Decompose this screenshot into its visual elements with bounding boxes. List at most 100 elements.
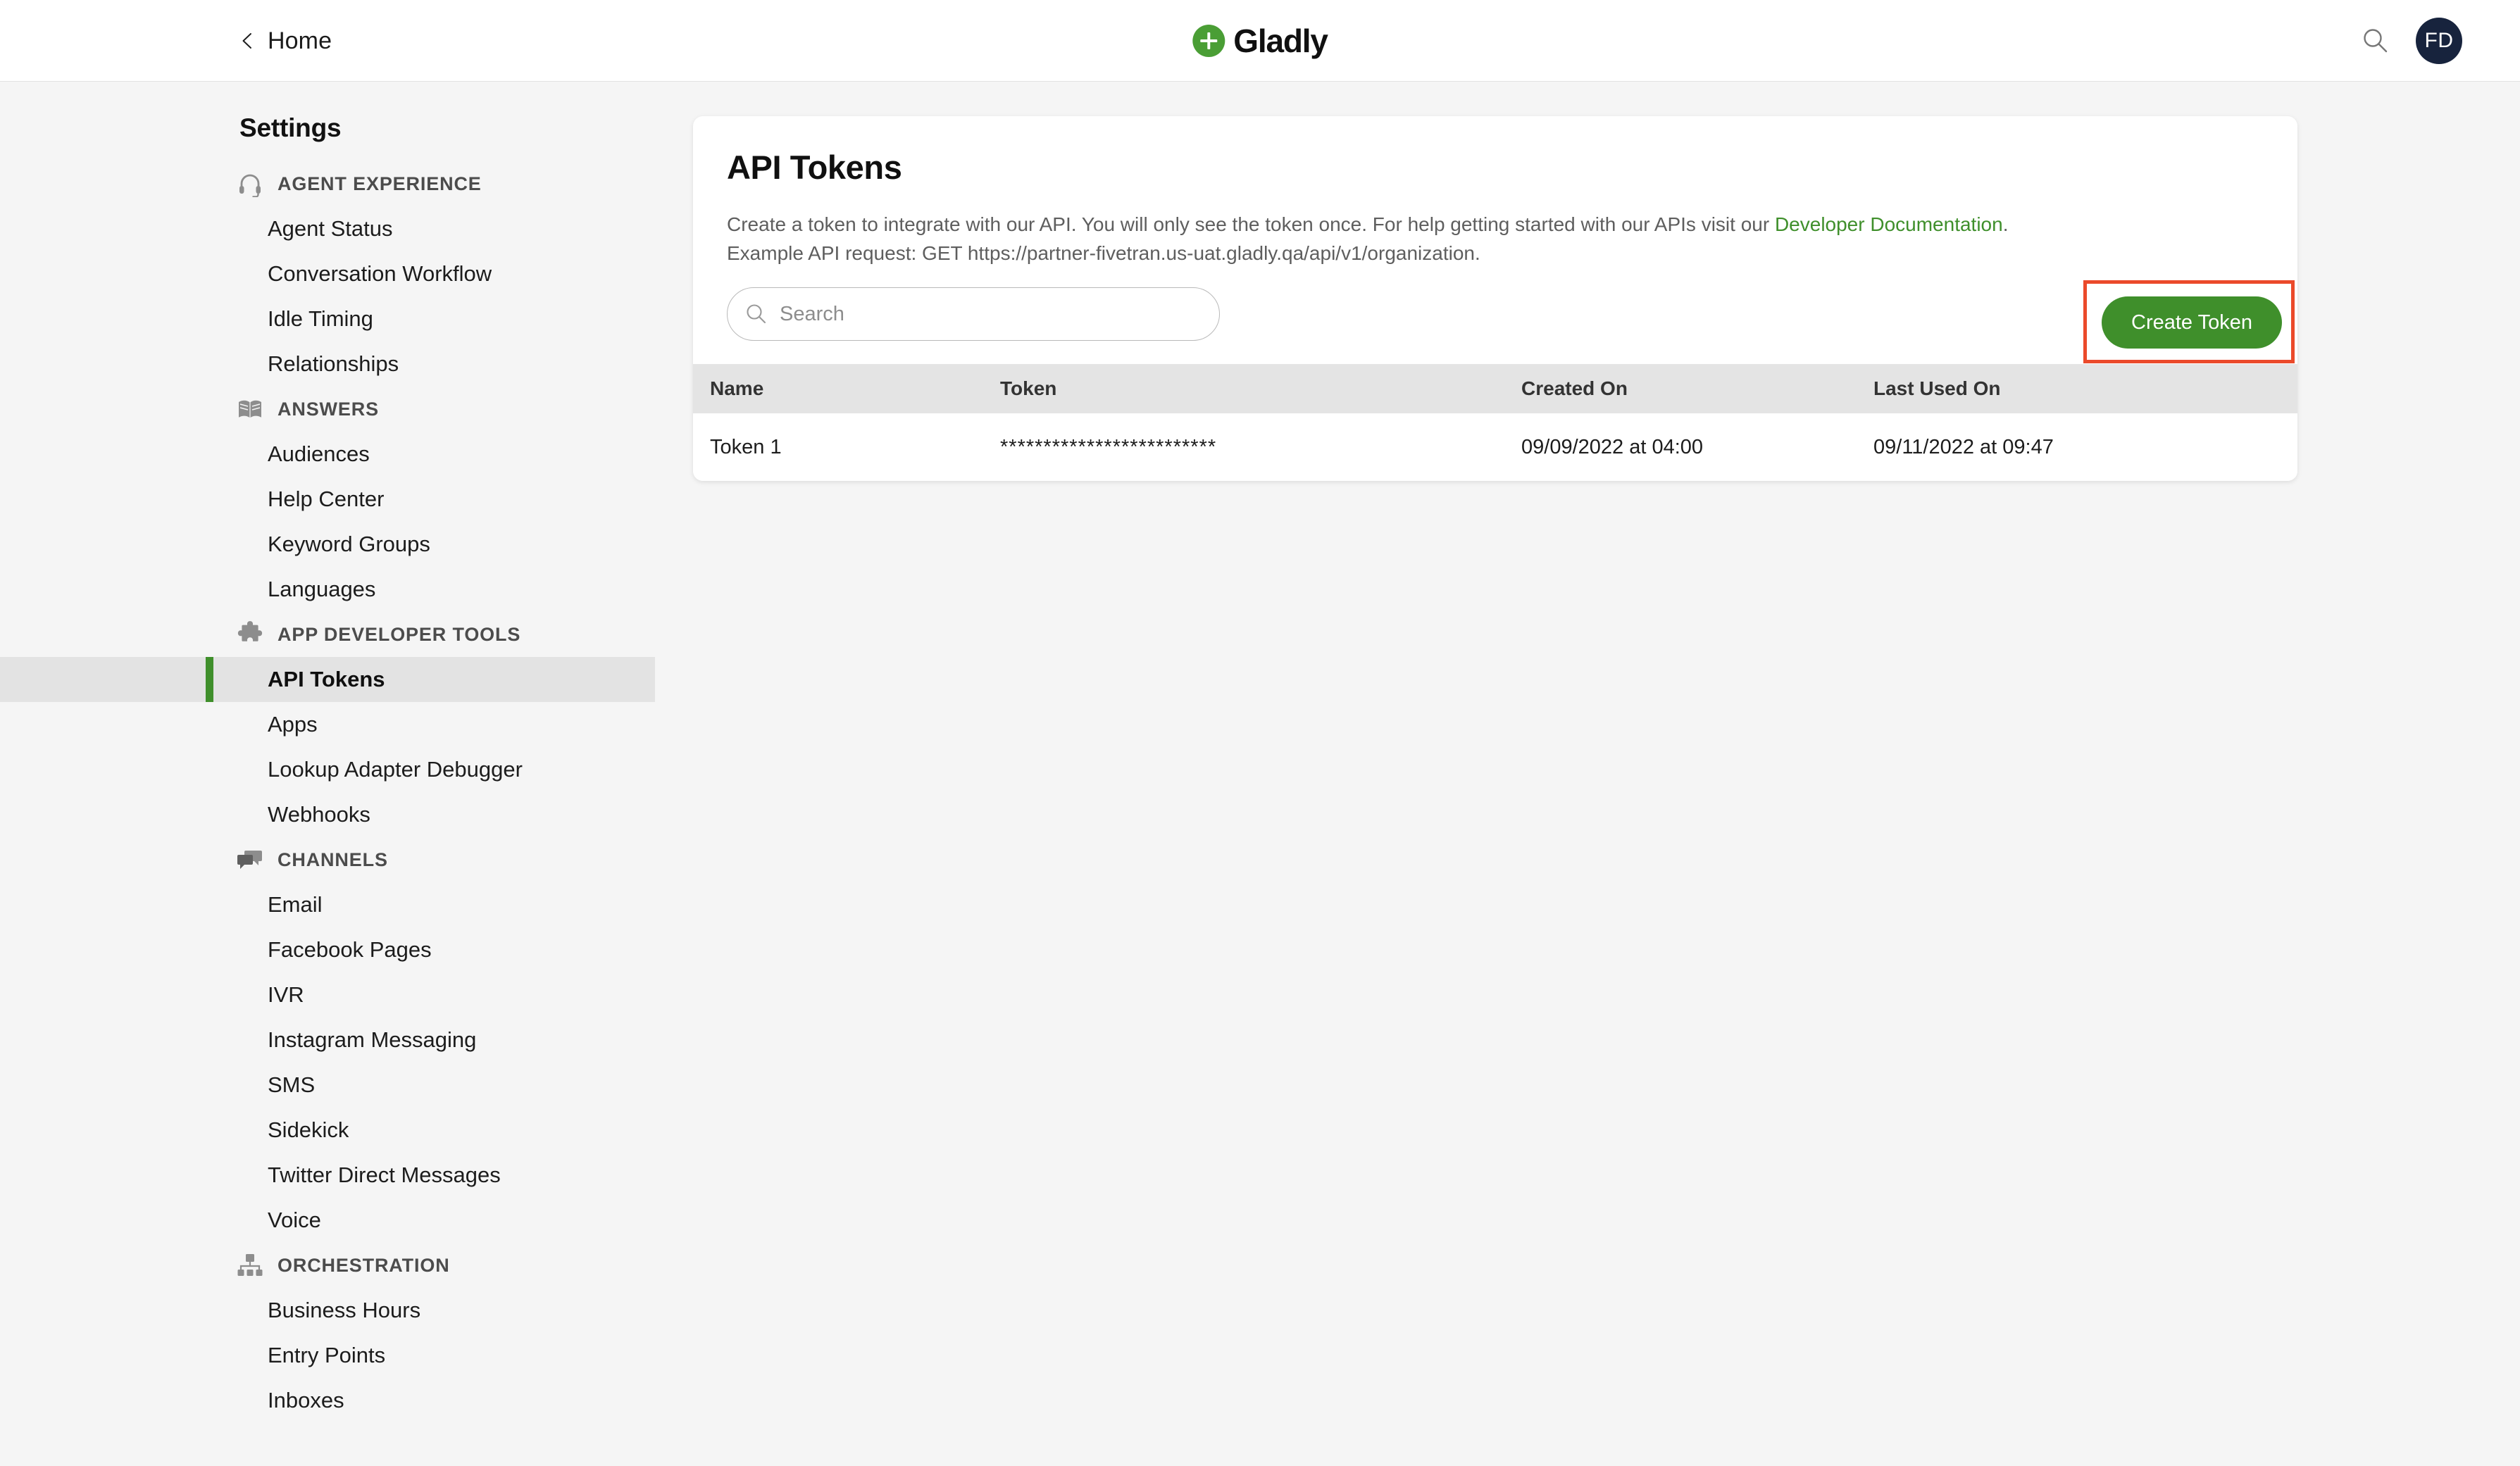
description-period: . [2002, 213, 2009, 235]
sidebar-item-label: Webhooks [268, 802, 370, 827]
search-input[interactable] [727, 287, 1220, 341]
sidebar-item-label: Inboxes [268, 1388, 344, 1412]
group-header: APP DEVELOPER TOOLS [0, 612, 655, 657]
group-header: CHANNELS [0, 837, 655, 882]
sidebar-item-label: Agent Status [268, 216, 393, 241]
sidebar-item-lookup-adapter-debugger[interactable]: Lookup Adapter Debugger [0, 747, 655, 792]
api-tokens-table: Name Token Created On Last Used On Token… [693, 364, 2297, 481]
sidebar-item-audiences[interactable]: Audiences [0, 432, 655, 477]
sidebar-item-sidekick[interactable]: Sidekick [0, 1108, 655, 1153]
group-header: ORCHESTRATION [0, 1243, 655, 1288]
sidebar-item-api-tokens[interactable]: API Tokens [0, 657, 655, 702]
column-header-created-on[interactable]: Created On [1504, 364, 1857, 413]
avatar-initials: FD [2424, 29, 2454, 52]
sidebar-item-voice[interactable]: Voice [0, 1198, 655, 1243]
sidebar-item-agent-status[interactable]: Agent Status [0, 206, 655, 251]
gladly-logo[interactable]: Gladly [1192, 0, 1328, 82]
column-header-last-used[interactable]: Last Used On [1857, 364, 2297, 413]
sidebar-item-ivr[interactable]: IVR [0, 972, 655, 1017]
group-label: APP DEVELOPER TOOLS [277, 623, 521, 645]
search-field[interactable] [780, 302, 1174, 326]
nav-group-app-developer-tools: APP DEVELOPER TOOLS API Tokens Apps Lookup … [0, 612, 655, 837]
sidebar-item-label: Facebook Pages [268, 937, 432, 962]
sidebar-item-label: Sidekick [268, 1117, 349, 1142]
group-label: ANSWERS [277, 398, 379, 420]
group-label: ORCHESTRATION [277, 1254, 450, 1276]
nav-group-answers: ANSWERS Audiences Help Center Keyword Group… [0, 387, 655, 612]
table-header-row: Name Token Created On Last Used On [693, 364, 2297, 413]
sidebar-item-label: Business Hours [268, 1298, 421, 1322]
nav-group-channels: CHANNELS Email Facebook Pages IVR Instagram … [0, 837, 655, 1243]
sidebar-item-sms[interactable]: SMS [0, 1063, 655, 1108]
sidebar-item-business-hours[interactable]: Business Hours [0, 1288, 655, 1333]
sidebar-item-label: Relationships [268, 351, 399, 376]
book-icon [237, 396, 263, 422]
token-name: Token 1 [693, 413, 983, 481]
sidebar-item-label: Languages [268, 577, 376, 601]
plus-circle-icon [1192, 25, 1225, 57]
app-header: Home Gladly FD [0, 0, 2520, 82]
sidebar-item-instagram-messaging[interactable]: Instagram Messaging [0, 1017, 655, 1063]
table-header: Name Token Created On Last Used On [693, 364, 2297, 413]
create-token-button[interactable]: Create Token [2102, 296, 2282, 349]
sidebar-item-idle-timing[interactable]: Idle Timing [0, 296, 655, 342]
home-back-label: Home [268, 27, 332, 54]
token-created-on: 09/09/2022 at 04:00 [1504, 413, 1857, 481]
nav-group-orchestration: ORCHESTRATION Business Hours Entry Points I… [0, 1243, 655, 1423]
sidebar-item-label: Apps [268, 712, 318, 737]
sidebar-item-twitter-direct-messages[interactable]: Twitter Direct Messages [0, 1153, 655, 1198]
group-label: AGENT EXPERIENCE [277, 173, 482, 194]
description-text: Create a token to integrate with our API… [727, 213, 1775, 235]
sidebar-item-label: Entry Points [268, 1343, 386, 1367]
column-header-token[interactable]: Token [983, 364, 1504, 413]
sidebar-item-label: Twitter Direct Messages [268, 1163, 501, 1187]
page-title: Settings [239, 113, 342, 142]
sidebar-item-entry-points[interactable]: Entry Points [0, 1333, 655, 1378]
example-api-request: Example API request: GET https://partner… [727, 242, 1480, 264]
developer-documentation-link[interactable]: Developer Documentation [1775, 213, 2003, 235]
sidebar-item-inboxes[interactable]: Inboxes [0, 1378, 655, 1423]
sidebar-item-help-center[interactable]: Help Center [0, 477, 655, 522]
brand-wordmark: Gladly [1233, 23, 1328, 59]
settings-nav-list: AGENT EXPERIENCE Agent Status Conversation… [0, 161, 655, 1423]
sidebar-item-keyword-groups[interactable]: Keyword Groups [0, 522, 655, 567]
search-icon[interactable] [2361, 26, 2390, 56]
sidebar-item-label: Lookup Adapter Debugger [268, 757, 523, 782]
headset-icon [237, 170, 263, 198]
column-header-name[interactable]: Name [693, 364, 983, 413]
sidebar-item-label: IVR [268, 982, 304, 1007]
sidebar-item-webhooks[interactable]: Webhooks [0, 792, 655, 837]
sidebar-item-label: Conversation Workflow [268, 261, 492, 286]
sidebar-item-conversation-workflow[interactable]: Conversation Workflow [0, 251, 655, 296]
sidebar-item-label: Audiences [268, 441, 370, 466]
puzzle-icon [237, 621, 263, 648]
sitemap-icon [237, 1252, 263, 1279]
search-icon [744, 302, 768, 326]
api-tokens-card: API Tokens Create a token to integrate w… [693, 116, 2297, 481]
sidebar-item-label: Voice [268, 1208, 321, 1232]
sidebar-item-label: Instagram Messaging [268, 1027, 477, 1052]
sidebar-item-label: Keyword Groups [268, 532, 430, 556]
table-body: Token 1 ************************* 09/09/20… [693, 413, 2297, 481]
sidebar-item-label: Idle Timing [268, 306, 373, 331]
sidebar-item-apps[interactable]: Apps [0, 702, 655, 747]
home-back-link[interactable]: Home [239, 0, 332, 82]
table-row[interactable]: Token 1 ************************* 09/09/20… [693, 413, 2297, 481]
settings-sidebar: Settings AGENT EXPERIENCE Agent Status Con… [0, 82, 655, 1466]
avatar[interactable]: FD [2416, 18, 2462, 64]
sidebar-item-facebook-pages[interactable]: Facebook Pages [0, 927, 655, 972]
group-header: AGENT EXPERIENCE [0, 161, 655, 206]
group-label: CHANNELS [277, 848, 388, 870]
group-header: ANSWERS [0, 387, 655, 432]
sidebar-item-email[interactable]: Email [0, 882, 655, 927]
sidebar-item-label: API Tokens [268, 667, 385, 691]
sidebar-item-languages[interactable]: Languages [0, 567, 655, 612]
token-last-used-on: 09/11/2022 at 09:47 [1857, 413, 2297, 481]
card-description: Create a token to integrate with our API… [727, 215, 2008, 234]
card-title: API Tokens [727, 149, 902, 186]
sidebar-item-relationships[interactable]: Relationships [0, 342, 655, 387]
sidebar-item-label: Email [268, 892, 323, 917]
chevron-left-icon [239, 33, 255, 49]
sidebar-item-label: SMS [268, 1072, 316, 1097]
header-actions: FD [2361, 0, 2520, 82]
